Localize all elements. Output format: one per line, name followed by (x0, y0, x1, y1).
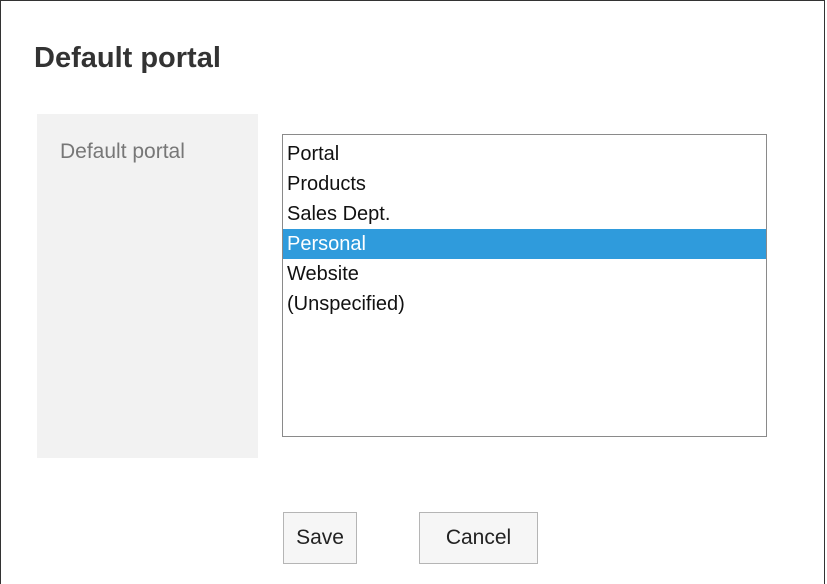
listbox-option-personal[interactable]: Personal (283, 229, 766, 259)
default-portal-label: Default portal (60, 140, 185, 163)
page-title: Default portal (34, 42, 221, 74)
listbox-option-portal[interactable]: Portal (283, 139, 766, 169)
default-portal-listbox[interactable]: Portal Products Sales Dept. Personal Web… (282, 134, 767, 437)
save-button[interactable]: Save (283, 512, 357, 564)
field-label-cell: Default portal (37, 114, 258, 458)
listbox-option-unspecified[interactable]: (Unspecified) (283, 289, 766, 319)
listbox-option-website[interactable]: Website (283, 259, 766, 289)
cancel-button[interactable]: Cancel (419, 512, 538, 564)
listbox-option-products[interactable]: Products (283, 169, 766, 199)
listbox-option-sales-dept[interactable]: Sales Dept. (283, 199, 766, 229)
